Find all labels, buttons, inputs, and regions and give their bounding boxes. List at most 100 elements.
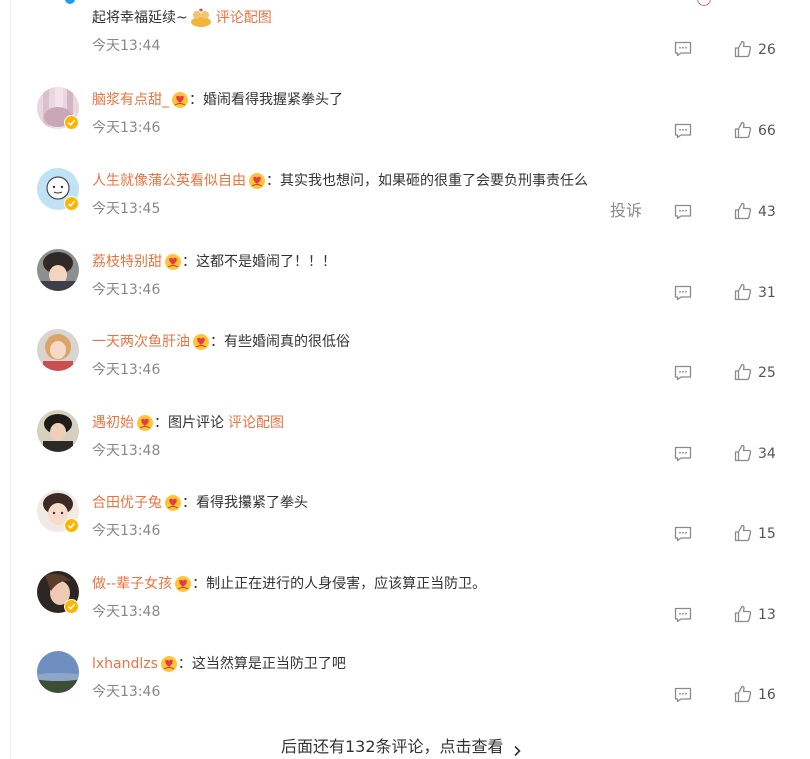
like-count: 31 [758,285,776,301]
more-comments-link[interactable]: 后面还有132条评论，点击查看 [281,736,522,758]
comment-item: lxhandlzs ： 这当然算是正当防卫了吧 今天13:46 16 [0,645,810,725]
verified-badge-icon [64,599,79,614]
like-count: 16 [758,687,776,703]
username-link[interactable]: 合田优子兔 [92,493,162,513]
avatar-wrap[interactable] [37,329,80,372]
thumbs-up-icon[interactable] [734,444,752,462]
comment-text-line: 脑浆有点甜_ ： 婚闹看得我握紧拳头了 [92,90,343,110]
chevron-right-icon [512,741,522,757]
like-count: 25 [758,365,776,381]
report-button[interactable]: 投诉 [610,201,642,221]
comment-text-line: 遇初始 ： 图片评论 评论配图 [92,413,284,433]
comment-item: 脑浆有点甜_ ： 婚闹看得我握紧拳头了 今天13:46 66 [0,81,810,161]
comment-icon[interactable] [674,41,692,57]
thumbs-up-icon[interactable] [734,283,752,301]
comment-item: 荔枝特别甜 ： 这都不是婚闹了！！！ 今天13:46 31 [0,243,810,323]
avatar-wrap[interactable] [37,249,80,292]
heart-badge-icon [164,494,182,512]
thumbs-up-icon[interactable] [734,121,752,139]
avatar-wrap[interactable] [37,168,80,211]
image-comment-link[interactable]: 评论配图 [216,8,272,28]
comment-time: 今天13:48 [92,604,161,620]
verified-badge-icon [64,115,79,130]
like-count: 34 [758,446,776,462]
comment-item: 合田优子兔 ： 看得我攥紧了拳头 今天13:46 15 [0,484,810,564]
comment-colon: ： [177,656,192,672]
comment-time: 今天13:44 [92,38,161,54]
comment-icon[interactable] [674,687,692,703]
username-link[interactable]: lxhandlzs [92,654,158,674]
comment-text-line: 人生就像蒲公英看似自由 ： 其实我也想问，如果砸的很重了会要负刑事责任么 [92,171,588,191]
comment-colon: ： [189,92,203,108]
username-link[interactable]: 做--辈子女孩 [92,574,172,594]
comment-text-line: 一天两次鱼肝油 ： 有些婚闹真的很低俗 [92,332,350,352]
comment-content: 有些婚闹真的很低俗 [224,334,350,350]
comment-colon: ： [266,173,280,189]
comment-text-line: 起将幸福延续~ 评论配图 [92,8,272,28]
comment-content: 这当然算是正当防卫了吧 [191,656,346,672]
comment-content: 制止正在进行的人身侵害，应该算正当防卫。 [206,576,487,592]
comment-colon: ： [154,415,168,431]
username-link[interactable]: 遇初始 [92,413,134,433]
comment-text-line: lxhandlzs ： 这当然算是正当防卫了吧 [92,654,346,674]
avatar[interactable] [37,410,79,452]
thumbs-up-icon[interactable] [734,202,752,220]
comment-content: 其实我也想问，如果砸的很重了会要负刑事责任么 [280,173,588,189]
like-count: 15 [758,526,776,542]
comment-item-partial: 起将幸福延续~ 评论配图 今天13:44 26 [0,0,810,80]
comment-content: 图片评论 [168,415,224,431]
username-link[interactable]: 荔枝特别甜 [92,252,162,272]
thumbs-up-icon[interactable] [734,40,752,58]
avatar-wrap[interactable] [37,571,80,614]
comment-icon[interactable] [674,526,692,542]
comment-icon[interactable] [674,285,692,301]
username-link[interactable]: 一天两次鱼肝油 [92,332,190,352]
comment-time: 今天13:45 [92,201,161,217]
thumbs-up-icon[interactable] [734,685,752,703]
avatar[interactable] [37,249,79,291]
comment-text-line: 合田优子兔 ： 看得我攥紧了拳头 [92,493,308,513]
comment-icon[interactable] [674,607,692,623]
avatar-wrap[interactable] [37,490,80,533]
comment-time: 今天13:46 [92,523,161,539]
username-link[interactable]: 脑浆有点甜_ [92,90,169,110]
avatar[interactable] [37,329,79,371]
comment-time: 今天13:46 [92,362,161,378]
like-count: 13 [758,607,776,623]
comment-icon[interactable] [674,446,692,462]
comment-colon: ： [192,576,207,592]
heart-badge-icon [248,172,266,190]
comment-content: 这都不是婚闹了！！！ [196,254,336,270]
image-comment-link[interactable]: 评论配图 [228,413,284,433]
heart-badge-icon [160,655,178,673]
heart-badge-icon [171,91,189,109]
verified-badge-icon [64,518,79,533]
avatar-wrap[interactable] [37,87,80,130]
comment-icon[interactable] [674,204,692,220]
like-count: 66 [758,123,776,139]
avatar-wrap[interactable] [37,410,80,453]
username-link[interactable]: 人生就像蒲公英看似自由 [92,171,246,191]
comment-content: 婚闹看得我握紧拳头了 [203,92,343,108]
avatar-wrap[interactable] [37,651,80,694]
comment-icon[interactable] [674,365,692,381]
comment-item: 做--辈子女孩 ： 制止正在进行的人身侵害，应该算正当防卫。 今天13:48 1… [0,565,810,645]
heart-badge-icon [174,575,192,593]
avatar[interactable] [37,651,79,693]
comment-colon: ： [182,495,196,511]
comment-text-line: 荔枝特别甜 ： 这都不是婚闹了！！！ [92,252,336,272]
comment-time: 今天13:46 [92,120,161,136]
thumbs-up-icon[interactable] [734,524,752,542]
comment-colon: ： [210,334,224,350]
like-count: 26 [758,42,776,58]
comment-colon: ： [182,254,196,270]
comment-content: 看得我攥紧了拳头 [196,495,308,511]
more-comments-label: 后面还有132条评论，点击查看 [281,737,504,756]
comment-time: 今天13:48 [92,443,161,459]
comment-content: 起将幸福延续~ [92,10,188,26]
thumbs-up-icon[interactable] [734,363,752,381]
comment-time: 今天13:46 [92,684,161,700]
thumbs-up-icon[interactable] [734,605,752,623]
emoji-icon [190,8,212,28]
comment-icon[interactable] [674,123,692,139]
